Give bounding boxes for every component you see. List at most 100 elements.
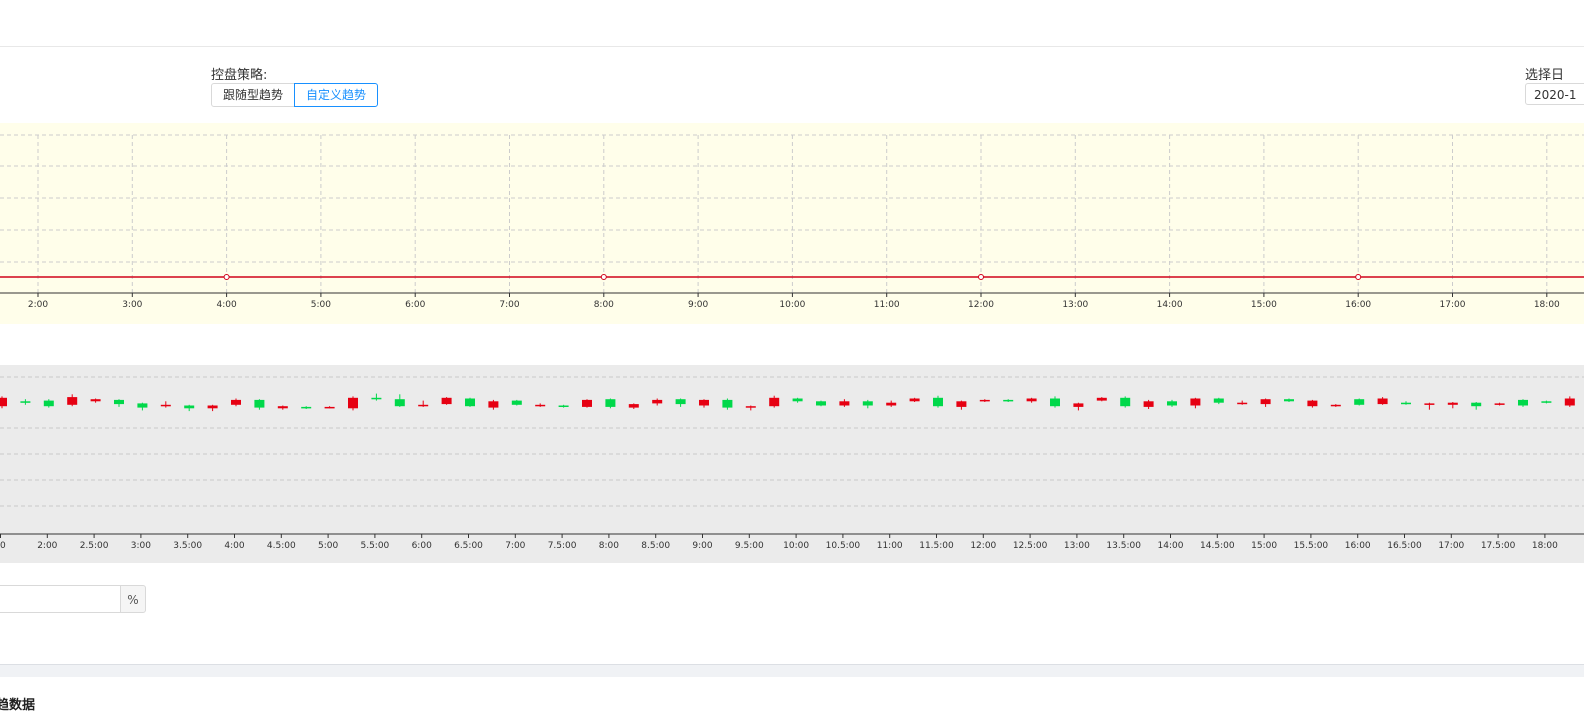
candle-body — [254, 399, 265, 408]
top-strip — [0, 0, 1584, 47]
x-tick-label: 18:00 — [1534, 300, 1560, 310]
candle-body — [418, 404, 429, 407]
candle-body — [441, 397, 452, 405]
x-tick-label: 15.5:00 — [1294, 541, 1329, 551]
x-tick-label: 12.5:00 — [1013, 541, 1048, 551]
candle-body — [371, 397, 382, 400]
x-tick-label: 14:00 — [1158, 541, 1184, 551]
candle-body — [979, 399, 990, 402]
candle-body — [1003, 399, 1014, 402]
x-tick-label: 4:00 — [216, 300, 236, 310]
strategy-option-custom[interactable]: 自定义趋势 — [294, 83, 379, 107]
trend-point-marker — [978, 274, 984, 280]
date-picker-input[interactable]: 2020-1 — [1525, 83, 1584, 105]
x-tick-label: 4.5:00 — [267, 541, 296, 551]
candle-body — [558, 405, 569, 407]
x-tick-label: 7.5:00 — [548, 541, 577, 551]
candle-body — [1518, 399, 1528, 406]
candle-body — [207, 405, 218, 409]
x-tick-label: 17.5:00 — [1481, 541, 1516, 551]
candle-body — [43, 400, 54, 407]
candle-body — [1026, 398, 1037, 402]
candle-body — [1541, 401, 1552, 403]
x-tick-label: 2:00 — [28, 300, 48, 310]
candle-body — [90, 399, 101, 402]
candle-body — [137, 403, 148, 408]
candle-body — [933, 397, 943, 407]
x-tick-label: 6.5:00 — [454, 541, 483, 551]
x-tick-label: 6:00 — [405, 300, 425, 310]
candle-body — [722, 399, 733, 408]
x-tick-label: 14:00 — [1157, 300, 1183, 310]
trend-point-marker — [600, 274, 607, 280]
strategy-label: 控盘策略: — [211, 68, 268, 83]
candle-body — [745, 406, 756, 408]
x-tick-label: 6:00 — [412, 541, 432, 551]
candle-body — [324, 406, 335, 409]
candle-body — [1401, 402, 1411, 405]
candle-body — [1050, 398, 1060, 407]
x-tick-label: 8:00 — [599, 541, 619, 551]
section-divider — [0, 664, 1584, 677]
x-tick-label: 3:00 — [122, 300, 142, 310]
candle-body — [1564, 398, 1575, 406]
x-tick-label: :00 — [0, 541, 6, 551]
x-tick-label: 13:00 — [1062, 300, 1088, 310]
candle-body — [909, 398, 920, 402]
candle-body — [488, 401, 499, 408]
candle-body — [792, 398, 803, 402]
x-tick-label: 17:00 — [1438, 541, 1464, 551]
date-label: 选择日 — [1525, 68, 1565, 83]
trend-line-chart-svg: 2:00 3:00 4:00 5:00 6:00 7:00 8:00 9:00 10:00 11:… — [0, 134, 1584, 310]
percent-input[interactable] — [0, 585, 120, 613]
candle-body — [816, 401, 826, 406]
x-tick-label: 8.5:00 — [641, 541, 670, 551]
candle-body — [1494, 403, 1505, 405]
x-tick-label: 16.5:00 — [1387, 541, 1422, 551]
x-tick-label: 7:00 — [499, 300, 519, 310]
x-tick-label: 8:00 — [594, 300, 614, 310]
candle-body — [1424, 403, 1435, 405]
x-tick-label: 12:00 — [970, 541, 996, 551]
strategy-button-group: 跟随型趋势 自定义趋势 — [211, 83, 379, 107]
candle-body — [1237, 402, 1248, 405]
candle-body — [956, 401, 967, 407]
candle-body — [394, 399, 405, 407]
x-tick-label: 16:00 — [1345, 300, 1371, 310]
x-tick-label: 2.5:00 — [80, 541, 109, 551]
candle-body — [769, 397, 780, 407]
candle-body — [1073, 403, 1084, 407]
x-tick-label: 15:00 — [1251, 300, 1277, 310]
candle-body — [1167, 401, 1177, 406]
candle-body — [1190, 398, 1201, 406]
x-tick-label: 3:00 — [131, 541, 151, 551]
candle-body — [1260, 399, 1271, 405]
x-tick-label: 5:00 — [311, 300, 331, 310]
x-tick-label: 10.5:00 — [826, 541, 861, 551]
x-tick-label: 7:00 — [505, 541, 525, 551]
candle-body — [1096, 397, 1107, 401]
candle-body — [1143, 401, 1154, 407]
x-tick-label: 14.5:00 — [1200, 541, 1235, 551]
x-tick-label: 13.5:00 — [1106, 541, 1141, 551]
x-tick-label: 18:00 — [1532, 541, 1558, 551]
candle-body — [465, 398, 475, 407]
candle-body — [1471, 402, 1482, 407]
x-tick-label: 13:00 — [1064, 541, 1090, 551]
candle-body — [67, 397, 78, 405]
candle-body — [160, 404, 171, 407]
x-tick-label: 5.5:00 — [360, 541, 389, 551]
candle-body — [114, 399, 124, 405]
candle-body — [0, 397, 7, 407]
candle-body — [652, 399, 663, 404]
candle-body — [699, 399, 709, 406]
x-tick-label: 15:00 — [1251, 541, 1277, 551]
candle-body — [1284, 399, 1294, 402]
strategy-option-follow[interactable]: 跟随型趋势 — [211, 83, 296, 107]
candle-body — [535, 404, 546, 407]
x-tick-label: 17:00 — [1440, 300, 1466, 310]
percent-input-group: % — [0, 585, 146, 615]
candle-body — [839, 401, 850, 406]
candle-body — [1377, 398, 1388, 405]
trend-line-chart: 2:00 3:00 4:00 5:00 6:00 7:00 8:00 9:00 10:00 11:… — [0, 123, 1584, 324]
